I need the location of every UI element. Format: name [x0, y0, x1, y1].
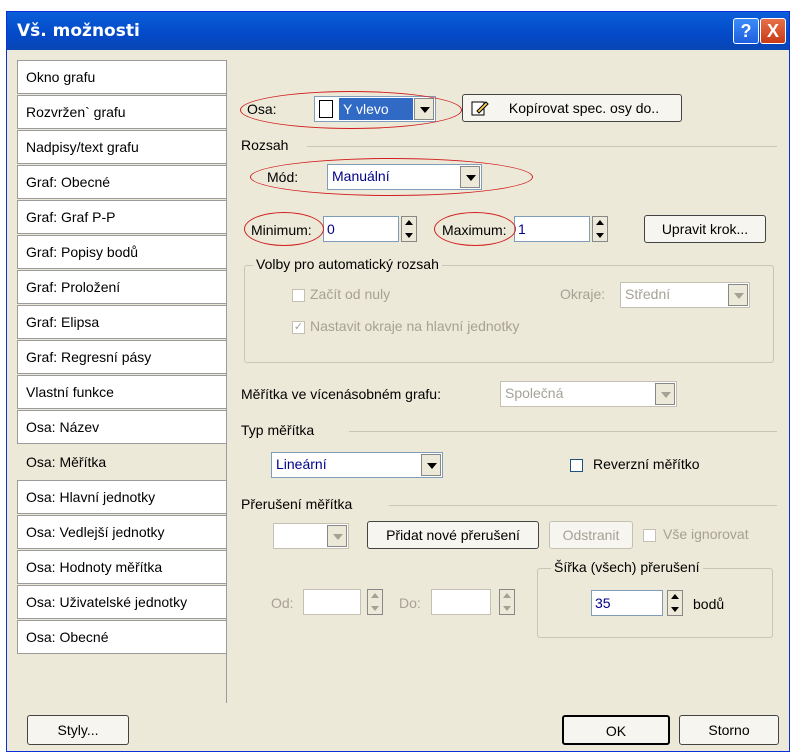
ok-button[interactable]: OK — [562, 715, 670, 745]
ignore-all-label: Vše ignorovat — [663, 526, 749, 542]
panel-divider — [226, 60, 227, 703]
multi-scale-label: Měřítka ve vícenásobném grafu: — [241, 386, 441, 402]
multi-scale-value: Společná — [505, 385, 564, 401]
divider — [307, 146, 777, 147]
sidebar-item-label: Graf: Popisy bodů — [26, 244, 139, 260]
reverse-scale-label: Reverzní měřítko — [593, 456, 700, 472]
start-zero-checkbox[interactable] — [292, 289, 305, 302]
sidebar-item-label: Osa: Měřítka — [26, 454, 107, 470]
margins-label: Okraje: — [560, 286, 606, 302]
chevron-down-icon[interactable] — [421, 454, 441, 476]
multi-scale-select[interactable]: Společná — [500, 381, 677, 407]
break-width-input[interactable]: 35 — [591, 590, 663, 616]
sidebar-item[interactable]: Graf: Popisy bodů — [17, 235, 227, 269]
break-width-unit: bodů — [693, 596, 725, 612]
chevron-down-icon[interactable] — [655, 383, 675, 405]
sidebar-item[interactable]: Osa: Hlavní jednotky — [17, 480, 227, 514]
sidebar-item[interactable]: Osa: Název — [17, 410, 227, 444]
range-section-title: Rozsah — [241, 137, 289, 153]
scale-type-select[interactable]: Lineární — [271, 452, 443, 478]
help-button[interactable]: ? — [733, 18, 759, 44]
chevron-down-icon[interactable] — [728, 284, 748, 306]
sidebar-item[interactable]: Osa: Vedlejší jednotky — [17, 515, 227, 549]
scale-type-section-title: Typ měřítka — [241, 422, 315, 438]
options-sidebar: Okno grafu Rozvržen` grafu Nadpisy/text gr… — [17, 60, 227, 655]
cancel-button[interactable]: Storno — [679, 715, 779, 745]
break-width-title: Šířka (všech) přerušení — [551, 559, 703, 575]
sidebar-item-label: Osa: Vedlejší jednotky — [26, 524, 165, 540]
minimum-input[interactable]: 0 — [323, 216, 399, 242]
sidebar-item-label: Graf: Regresní pásy — [26, 349, 152, 365]
annotation-oval — [434, 212, 516, 246]
sidebar-item[interactable]: Osa: Hodnoty měřítka — [17, 550, 227, 584]
start-zero-label: Začít od nuly — [310, 286, 391, 302]
sidebar-item-label: Osa: Uživatelské jednotky — [26, 594, 188, 610]
sidebar-item[interactable]: Graf: Graf P-P — [17, 200, 227, 234]
sidebar-item-label: Osa: Hodnoty měřítka — [26, 559, 163, 575]
copy-axis-label: Kopírovat spec. osy do.. — [508, 100, 660, 116]
annotation-oval — [250, 158, 533, 196]
sidebar-item-label: Osa: Hlavní jednotky — [26, 489, 156, 505]
sidebar-item[interactable]: Nadpisy/text grafu — [17, 130, 227, 164]
maximum-input[interactable]: 1 — [514, 216, 590, 242]
pencil-icon — [471, 99, 489, 117]
remove-break-button[interactable]: Odstranit — [549, 521, 633, 549]
annotation-oval — [244, 212, 324, 246]
sidebar-item-label: Vlastní funkce — [26, 384, 114, 400]
break-width-spinner[interactable] — [667, 590, 683, 616]
annotation-oval — [240, 91, 462, 129]
set-margins-checkbox[interactable]: ✓ — [292, 321, 305, 334]
title-bar[interactable]: Vš. možnosti ? X — [7, 12, 789, 50]
auto-range-group-title: Volby pro automatický rozsah — [253, 256, 442, 272]
sidebar-item-label: Rozvržen` grafu — [26, 104, 126, 120]
from-label: Od: — [271, 595, 294, 611]
minimum-spinner[interactable] — [401, 216, 417, 242]
sidebar-item[interactable]: Graf: Regresní pásy — [17, 340, 227, 374]
reverse-scale-checkbox[interactable] — [570, 459, 583, 472]
sidebar-item[interactable]: Graf: Proložení — [17, 270, 227, 304]
sidebar-item-label: Nadpisy/text grafu — [26, 139, 139, 155]
divider — [389, 505, 777, 506]
auto-range-group — [244, 265, 774, 363]
sidebar-item[interactable]: Vlastní funkce — [17, 375, 227, 409]
sidebar-item-label: Osa: Obecné — [26, 629, 109, 645]
options-dialog: Vš. možnosti ? X Okno grafu Rozvržen` gra… — [6, 11, 790, 752]
sidebar-item-label: Okno grafu — [26, 69, 96, 85]
sidebar-item-label: Graf: Obecné — [26, 174, 111, 190]
sidebar-item[interactable]: Osa: Uživatelské jednotky — [17, 585, 227, 619]
sidebar-item-label: Graf: Proložení — [26, 279, 121, 295]
sidebar-item[interactable]: Rozvržen` grafu — [17, 95, 227, 129]
margins-select[interactable]: Střední — [620, 282, 750, 308]
divider — [349, 431, 777, 432]
dialog-title: Vš. možnosti — [17, 21, 140, 41]
close-button[interactable]: X — [760, 18, 786, 44]
styles-button[interactable]: Styly... — [27, 715, 129, 745]
sidebar-item[interactable]: Graf: Elipsa — [17, 305, 227, 339]
sidebar-item-label: Graf: Elipsa — [26, 314, 100, 330]
to-label: Do: — [399, 595, 421, 611]
break-select[interactable] — [273, 523, 349, 549]
set-margins-label: Nastavit okraje na hlavní jednotky — [310, 318, 520, 334]
to-input[interactable] — [431, 589, 491, 615]
sidebar-item[interactable]: Osa: Obecné — [17, 620, 227, 654]
scale-type-value: Lineární — [276, 456, 327, 472]
ignore-all-checkbox[interactable] — [643, 529, 656, 542]
to-spinner[interactable] — [499, 589, 515, 615]
add-break-button[interactable]: Přidat nové přerušení — [367, 521, 539, 549]
maximum-spinner[interactable] — [592, 216, 608, 242]
breaks-section-title: Přerušení měřítka — [241, 496, 353, 512]
sidebar-item[interactable]: Graf: Obecné — [17, 165, 227, 199]
sidebar-item[interactable]: Okno grafu — [17, 60, 227, 94]
from-input[interactable] — [303, 589, 361, 615]
margins-select-value: Střední — [625, 286, 671, 302]
sidebar-item-label: Graf: Graf P-P — [26, 209, 116, 225]
from-spinner[interactable] — [367, 589, 383, 615]
chevron-down-icon[interactable] — [327, 525, 347, 547]
adjust-step-button[interactable]: Upravit krok... — [644, 215, 766, 243]
sidebar-item[interactable]: Osa: Měřítka — [17, 445, 227, 479]
sidebar-item-label: Osa: Název — [26, 419, 100, 435]
copy-axis-button[interactable]: Kopírovat spec. osy do.. — [462, 94, 682, 122]
